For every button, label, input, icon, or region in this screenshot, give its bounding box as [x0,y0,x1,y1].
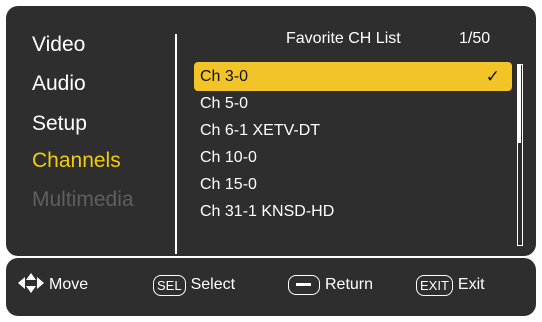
channel-row[interactable]: Ch 31-1 KNSD-HD [194,197,512,226]
channel-label: Ch 15-0 [200,176,257,193]
channel-label: Ch 3-0 [200,68,249,85]
sel-key-badge: SEL [153,274,186,296]
hint-select: SEL Select [153,272,235,298]
menu-item-channels[interactable]: Channels [32,149,121,173]
exit-key-badge: EXIT [416,274,453,296]
hint-return: Return [288,272,373,298]
menu-divider [175,34,177,254]
page-counter: 1/50 [459,30,491,47]
channel-label: Ch 31-1 KNSD-HD [200,203,335,220]
channel-row[interactable]: Ch 5-0 [194,89,512,118]
scrollbar-thumb[interactable] [518,65,521,143]
menu-item-setup[interactable]: Setup [32,112,87,136]
menu-panel: Video Audio Setup Channels Multimedia Fa… [6,6,536,256]
hint-move: Move [18,272,88,298]
checkmark-icon: ✓ [485,67,500,86]
channel-label: Ch 6-1 XETV-DT [200,122,321,139]
channel-row[interactable]: Ch 6-1 XETV-DT [194,116,512,145]
list-scrollbar[interactable] [517,64,523,246]
move-label: Move [49,276,89,293]
tv-menu-screen: Video Audio Setup Channels Multimedia Fa… [0,0,542,322]
key-hint-bar: Move SEL Select Return EXIT Exit [6,258,536,316]
channel-row-selected[interactable]: Ch 3-0 ✓ [194,62,512,91]
channel-label: Ch 10-0 [200,149,257,166]
channel-row[interactable]: Ch 15-0 [194,170,512,199]
return-label: Return [325,276,374,293]
list-title: Favorite CH List [286,30,401,47]
hint-exit: EXIT Exit [416,272,485,298]
select-label: Select [190,276,236,293]
minus-key-icon [288,275,320,295]
menu-item-video[interactable]: Video [32,33,85,57]
four-way-arrows-icon [18,272,44,299]
menu-item-multimedia: Multimedia [32,188,134,211]
exit-label: Exit [457,276,485,293]
channel-label: Ch 5-0 [200,95,249,112]
menu-item-audio[interactable]: Audio [32,72,86,96]
channel-row[interactable]: Ch 10-0 [194,143,512,172]
